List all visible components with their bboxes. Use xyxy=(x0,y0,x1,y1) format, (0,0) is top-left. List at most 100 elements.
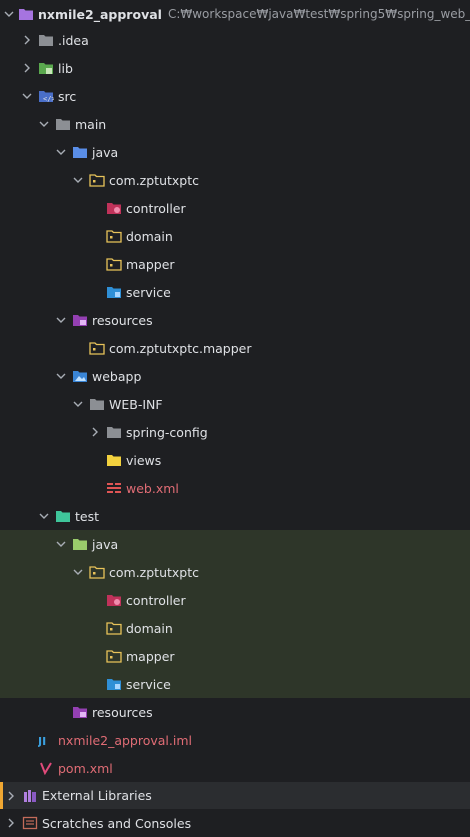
node-label: External Libraries xyxy=(42,788,152,803)
node-label: WEB-INF xyxy=(109,396,163,412)
test-folder-icon xyxy=(55,508,71,524)
tree-row-pom[interactable]: pom.xml xyxy=(0,754,470,782)
node-label: service xyxy=(126,676,171,692)
tree-row-main-resources[interactable]: resources xyxy=(0,306,470,334)
node-label: src xyxy=(58,88,77,104)
service-package-icon xyxy=(106,284,122,300)
tree-row-main-package[interactable]: com.zptutxptc xyxy=(0,166,470,194)
tree-row-iml[interactable]: JI nxmile2_approval.iml xyxy=(0,726,470,754)
tree-row-test-java[interactable]: java xyxy=(0,530,470,558)
node-label: com.zptutxptc xyxy=(109,172,199,188)
chevron-down-icon[interactable] xyxy=(54,371,68,381)
node-label: spring-config xyxy=(126,424,208,440)
node-label: main xyxy=(75,116,107,132)
chevron-down-icon[interactable] xyxy=(20,91,34,101)
selection-accent xyxy=(0,782,3,809)
tree-row-main-domain[interactable]: domain xyxy=(0,222,470,250)
node-label: web.xml xyxy=(126,480,179,496)
chevron-right-icon[interactable] xyxy=(4,791,18,801)
test-root-folder-icon xyxy=(72,536,88,552)
chevron-down-icon[interactable] xyxy=(54,147,68,157)
node-label: views xyxy=(126,452,162,468)
tree-row-test-service[interactable]: service xyxy=(0,670,470,698)
resources-folder-icon xyxy=(72,704,88,720)
node-label: Scratches and Consoles xyxy=(42,815,192,831)
node-label: resources xyxy=(92,704,153,720)
project-tree: nxmile2_approval C:₩workspace₩java₩test₩… xyxy=(0,0,470,837)
chevron-down-icon[interactable] xyxy=(37,511,51,521)
tree-row-scratches[interactable]: Scratches and Consoles xyxy=(0,809,470,837)
node-label: nxmile2_approval.iml xyxy=(58,732,193,748)
folder-icon xyxy=(38,32,54,48)
package-icon xyxy=(106,256,122,272)
project-folder-icon xyxy=(18,6,34,22)
node-label: resources xyxy=(92,312,153,328)
tree-row-test[interactable]: test xyxy=(0,502,470,530)
tree-row-lib[interactable]: lib xyxy=(0,54,470,82)
web-xml-icon xyxy=(106,480,122,496)
tree-row-test-mapper[interactable]: mapper xyxy=(0,642,470,670)
tree-row-web-inf[interactable]: WEB-INF xyxy=(0,390,470,418)
node-label: pom.xml xyxy=(58,760,113,776)
chevron-right-icon[interactable] xyxy=(20,63,34,73)
node-label: mapper xyxy=(126,256,175,272)
tree-row-webapp[interactable]: webapp xyxy=(0,362,470,390)
iml-file-icon: JI xyxy=(38,732,54,748)
chevron-right-icon[interactable] xyxy=(20,35,34,45)
node-label: java xyxy=(92,536,119,552)
scratches-icon xyxy=(22,815,38,831)
node-label: mapper xyxy=(126,648,175,664)
tree-row-external-libraries[interactable]: External Libraries xyxy=(0,781,470,809)
node-label: domain xyxy=(126,620,173,636)
package-icon xyxy=(106,648,122,664)
node-label: java xyxy=(92,144,119,160)
project-path: C:₩workspace₩java₩test₩spring5₩spring_we… xyxy=(167,7,470,21)
tree-row-test-controller[interactable]: controller xyxy=(0,586,470,614)
node-label: controller xyxy=(126,200,186,216)
node-label: lib xyxy=(58,60,73,76)
chevron-down-icon[interactable] xyxy=(54,539,68,549)
tree-row-main-java[interactable]: java xyxy=(0,138,470,166)
tree-row-project-root[interactable]: nxmile2_approval C:₩workspace₩java₩test₩… xyxy=(0,0,470,28)
package-icon xyxy=(106,620,122,636)
node-label: com.zptutxptc xyxy=(109,564,199,580)
chevron-down-icon[interactable] xyxy=(54,315,68,325)
tree-row-idea[interactable]: .idea xyxy=(0,26,470,54)
source-folder-icon: </> xyxy=(38,88,54,104)
node-label: service xyxy=(126,284,171,300)
tree-row-main-mapper[interactable]: mapper xyxy=(0,250,470,278)
node-label: controller xyxy=(126,592,186,608)
package-icon xyxy=(89,564,105,580)
chevron-right-icon[interactable] xyxy=(88,427,102,437)
tree-row-src[interactable]: </> src xyxy=(0,82,470,110)
controller-package-icon xyxy=(106,200,122,216)
svg-text:</>: </> xyxy=(43,95,54,103)
tree-row-main-controller[interactable]: controller xyxy=(0,194,470,222)
tree-row-spring-config[interactable]: spring-config xyxy=(0,418,470,446)
package-icon xyxy=(89,340,105,356)
tree-row-test-domain[interactable]: domain xyxy=(0,614,470,642)
web-folder-icon xyxy=(72,368,88,384)
chevron-right-icon[interactable] xyxy=(4,818,18,828)
tree-row-test-package[interactable]: com.zptutxptc xyxy=(0,558,470,586)
package-icon xyxy=(106,228,122,244)
tree-row-main[interactable]: main xyxy=(0,110,470,138)
tree-row-views[interactable]: views xyxy=(0,446,470,474)
node-label: domain xyxy=(126,228,173,244)
tree-row-web-xml[interactable]: web.xml xyxy=(0,474,470,502)
tree-row-test-resources[interactable]: resources xyxy=(0,698,470,726)
chevron-down-icon[interactable] xyxy=(71,567,85,577)
svg-text:JI: JI xyxy=(38,735,46,747)
tree-row-resources-mapper-package[interactable]: com.zptutxptc.mapper xyxy=(0,334,470,362)
chevron-down-icon[interactable] xyxy=(4,9,14,19)
project-name: nxmile2_approval xyxy=(38,6,162,22)
chevron-down-icon[interactable] xyxy=(71,175,85,185)
node-label: com.zptutxptc.mapper xyxy=(109,340,252,356)
chevron-down-icon[interactable] xyxy=(37,119,51,129)
folder-icon xyxy=(106,424,122,440)
chevron-down-icon[interactable] xyxy=(71,399,85,409)
maven-icon xyxy=(38,760,54,776)
tree-row-main-service[interactable]: service xyxy=(0,278,470,306)
yellow-folder-icon xyxy=(106,452,122,468)
source-root-folder-icon xyxy=(72,144,88,160)
